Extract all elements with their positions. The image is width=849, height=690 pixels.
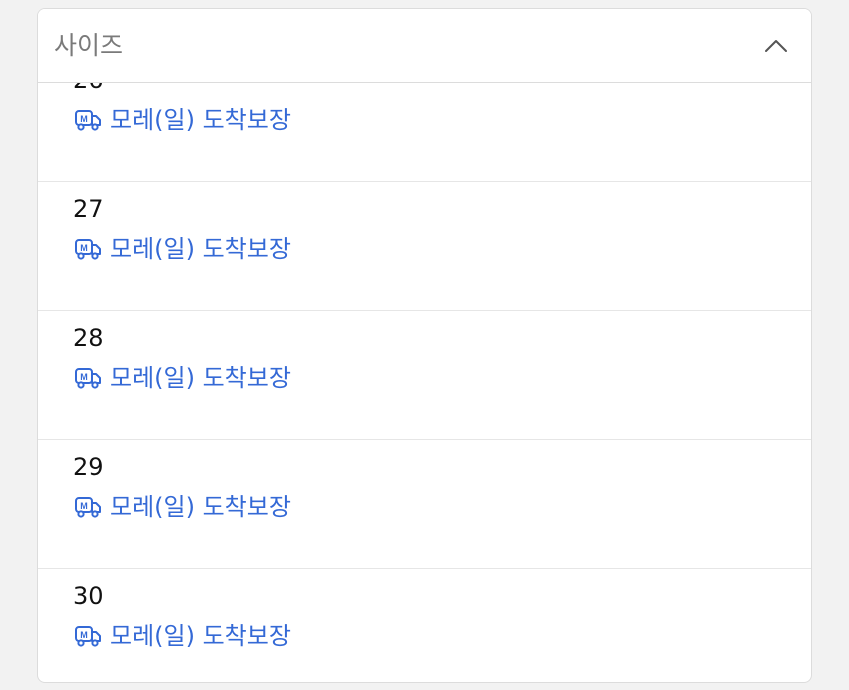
size-option-list[interactable]: 26 M 모레(일) 도착보장 27 bbox=[38, 83, 811, 682]
svg-text:M: M bbox=[80, 630, 88, 640]
svg-text:M: M bbox=[80, 243, 88, 253]
m-truck-icon: M bbox=[75, 626, 101, 647]
delivery-text: 모레(일) 도착보장 bbox=[110, 364, 291, 392]
size-option[interactable]: 30 M 모레(일) 도착보장 bbox=[38, 569, 811, 682]
svg-text:M: M bbox=[80, 372, 88, 382]
dropdown-label: 사이즈 bbox=[54, 31, 124, 60]
size-dropdown[interactable]: 사이즈 26 M 모레(일) 도착보장 bbox=[37, 8, 812, 683]
size-option[interactable]: 27 M 모레(일) 도착보장 bbox=[38, 182, 811, 311]
dropdown-header[interactable]: 사이즈 bbox=[38, 9, 811, 83]
size-option[interactable]: 26 M 모레(일) 도착보장 bbox=[38, 83, 811, 182]
delivery-text: 모레(일) 도착보장 bbox=[110, 622, 291, 650]
page: 사이즈 26 M 모레(일) 도착보장 bbox=[0, 0, 849, 690]
m-truck-icon: M bbox=[75, 368, 101, 389]
size-option[interactable]: 29 M 모레(일) 도착보장 bbox=[38, 440, 811, 569]
option-size: 28 bbox=[73, 324, 104, 352]
delivery-text: 모레(일) 도착보장 bbox=[110, 235, 291, 263]
delivery-text: 모레(일) 도착보장 bbox=[110, 493, 291, 521]
option-size: 27 bbox=[73, 195, 104, 223]
delivery-info: M 모레(일) 도착보장 bbox=[73, 492, 291, 522]
delivery-info: M 모레(일) 도착보장 bbox=[73, 621, 291, 651]
m-truck-icon: M bbox=[75, 497, 101, 518]
delivery-info: M 모레(일) 도착보장 bbox=[73, 234, 291, 264]
option-size: 30 bbox=[73, 582, 104, 610]
m-truck-icon: M bbox=[75, 239, 101, 260]
delivery-text: 모레(일) 도착보장 bbox=[110, 106, 291, 134]
option-size: 26 bbox=[73, 83, 104, 95]
delivery-info: M 모레(일) 도착보장 bbox=[73, 363, 291, 393]
delivery-info: M 모레(일) 도착보장 bbox=[73, 105, 291, 135]
svg-text:M: M bbox=[80, 501, 88, 511]
m-truck-icon: M bbox=[75, 110, 101, 131]
chevron-up-icon[interactable] bbox=[763, 33, 789, 59]
svg-text:M: M bbox=[80, 114, 88, 124]
option-size: 29 bbox=[73, 453, 104, 481]
size-option[interactable]: 28 M 모레(일) 도착보장 bbox=[38, 311, 811, 440]
